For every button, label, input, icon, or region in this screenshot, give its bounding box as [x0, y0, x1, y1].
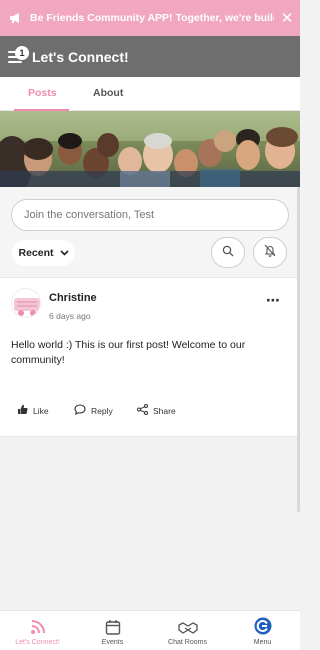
reply-button[interactable]: Reply	[74, 404, 113, 417]
calendar-icon	[75, 611, 150, 635]
announcement-text: Be Friends Community APP! Together, we'r…	[30, 12, 274, 24]
search-icon	[222, 244, 234, 262]
top-bar: 1 Let's Connect!	[0, 36, 300, 77]
tab-posts[interactable]: Posts	[28, 87, 57, 99]
post-author[interactable]: Christine	[49, 292, 97, 304]
wifi-feed-icon	[0, 611, 75, 635]
scrollbar[interactable]	[297, 187, 300, 512]
comment-icon	[74, 404, 86, 417]
megaphone-icon	[0, 12, 26, 24]
search-button[interactable]	[211, 237, 245, 268]
share-icon	[137, 404, 148, 417]
close-icon[interactable]: ✕	[274, 9, 300, 27]
like-label: Like	[33, 405, 49, 416]
notification-badge: 1	[15, 45, 29, 60]
reply-label: Reply	[91, 405, 113, 416]
announcement-bar[interactable]: Be Friends Community APP! Together, we'r…	[0, 0, 300, 36]
post-card: Christine 6 days ago ⋯ Hello world :) Th…	[0, 277, 300, 437]
sort-dropdown[interactable]: Recent	[12, 240, 75, 266]
community-banner-image	[0, 111, 300, 187]
nav-label: Events	[101, 639, 124, 646]
avatar[interactable]	[11, 288, 41, 318]
bell-off-icon	[264, 244, 276, 262]
app-logo-icon	[225, 611, 300, 635]
mute-notifications-button[interactable]	[253, 237, 287, 268]
conversation-input[interactable]: Join the conversation, Test	[11, 199, 289, 231]
more-options-icon[interactable]: ⋯	[266, 292, 280, 309]
like-button[interactable]: Like	[17, 404, 49, 417]
thumbs-up-icon	[17, 404, 28, 417]
post-actions: Like Reply Share	[0, 404, 300, 424]
bottom-navigation: Let's Connect! Events Chat Rooms Menu	[0, 610, 300, 650]
handshake-icon	[150, 611, 225, 635]
nav-menu[interactable]: Menu	[225, 611, 300, 650]
chevron-down-icon	[59, 247, 69, 259]
menu-button[interactable]: 1	[8, 42, 38, 72]
nav-label: Let's Connect!	[15, 639, 60, 646]
share-label: Share	[153, 405, 176, 416]
nav-events[interactable]: Events	[75, 611, 150, 650]
share-button[interactable]: Share	[137, 404, 176, 417]
nav-chat-rooms[interactable]: Chat Rooms	[150, 611, 225, 650]
post-timestamp: 6 days ago	[49, 311, 91, 321]
post-body: Hello world :) This is our first post! W…	[11, 339, 246, 366]
tab-bar: Posts About	[0, 77, 300, 111]
sort-label: Recent	[18, 247, 54, 259]
feed-controls: Join the conversation, Test Recent	[0, 187, 300, 277]
page-title: Let's Connect!	[32, 48, 129, 65]
nav-lets-connect[interactable]: Let's Connect!	[0, 611, 75, 650]
tab-about[interactable]: About	[93, 87, 123, 99]
nav-label: Menu	[253, 639, 272, 646]
nav-label: Chat Rooms	[168, 639, 207, 646]
